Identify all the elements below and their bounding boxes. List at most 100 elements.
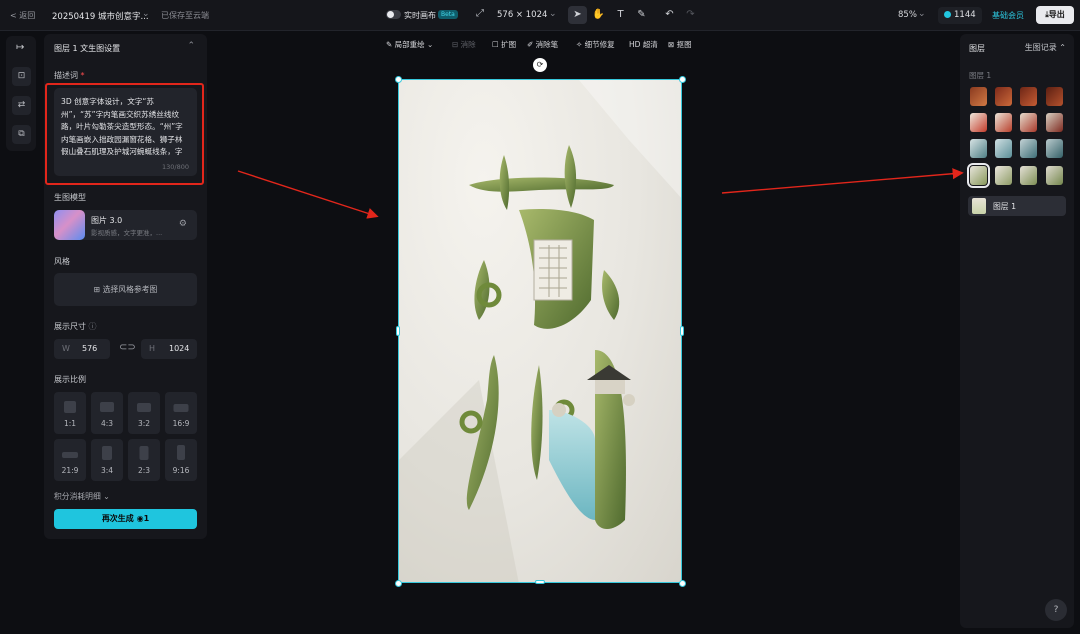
resize-handle[interactable] — [395, 580, 402, 587]
resize-handle[interactable] — [535, 580, 545, 584]
history-thumbnail[interactable] — [970, 87, 987, 106]
ratio-shape — [64, 401, 76, 413]
collapse-panel-icon[interactable]: ↦ — [16, 42, 24, 53]
ratio-label: 2:3 — [137, 466, 151, 475]
history-thumbnail[interactable] — [1046, 87, 1063, 106]
resize-handle[interactable] — [679, 580, 686, 587]
credits-badge[interactable]: 1144 — [938, 7, 982, 24]
history-thumbnail[interactable] — [995, 139, 1012, 158]
history-thumbnail[interactable] — [995, 113, 1012, 132]
rotate-handle-icon[interactable]: ⟳ — [533, 58, 547, 72]
chevron-up-icon: ⌃ — [1059, 43, 1066, 52]
image-to-image-icon[interactable]: ⇄ — [12, 96, 31, 115]
credit-detail-label: 积分消耗明细 — [54, 492, 101, 501]
style-reference-label: 选择风格参考图 — [102, 285, 158, 294]
live-canvas-toggle[interactable] — [386, 10, 401, 19]
model-name: 图片 3.0 — [91, 216, 123, 225]
inpaint-button[interactable]: ✎ 局部重绘 ⌄ — [386, 39, 433, 50]
suzhou-artwork — [399, 80, 681, 582]
redo-icon[interactable]: ↷ — [681, 6, 700, 24]
ratio-option[interactable]: 9:16 — [165, 439, 197, 481]
history-thumbnail[interactable] — [1020, 113, 1037, 132]
history-thumbnail[interactable] — [1046, 166, 1063, 185]
expand-button[interactable]: ☐ 扩图 — [492, 39, 516, 50]
ratio-option[interactable]: 3:2 — [128, 392, 160, 434]
history-thumbnail[interactable] — [1020, 87, 1037, 106]
height-field[interactable]: H 1024 — [141, 339, 197, 359]
resize-handle[interactable] — [679, 76, 686, 83]
project-title[interactable]: 20250419 城市创意字... — [52, 10, 149, 22]
tool-rail: ↦ ⊡ ⇄ ⧉ — [6, 36, 36, 151]
history-thumbnail[interactable] — [1020, 166, 1037, 185]
chevron-down-icon: ⌄ — [103, 492, 110, 501]
history-thumbnail[interactable] — [1046, 113, 1063, 132]
size-label: 展示尺寸 ⓘ — [54, 322, 97, 331]
text-tool-icon[interactable]: T — [611, 6, 630, 24]
undo-icon[interactable]: ↶ — [660, 6, 679, 24]
history-thumbnail[interactable] — [995, 166, 1012, 185]
export-button[interactable]: ⤓导出 — [1036, 6, 1074, 24]
layers-icon[interactable]: ⧉ — [12, 125, 31, 144]
height-key: H — [149, 344, 156, 353]
settings-sliders-icon[interactable]: ⚙ — [179, 219, 187, 229]
character-su — [469, 145, 620, 329]
erase-button[interactable]: ⊟ 消除 — [452, 39, 476, 50]
history-thumbnail-selected[interactable] — [967, 163, 990, 188]
detail-fix-button[interactable]: ✧ 细节修复 — [576, 39, 615, 50]
select-tool-icon[interactable]: ➤ — [568, 6, 587, 24]
back-button[interactable]: < 返回 — [10, 10, 35, 21]
zoom-level[interactable]: 85% — [898, 10, 917, 20]
credit-icon: ◉ — [136, 514, 144, 523]
ratio-option[interactable]: 21:9 — [54, 439, 86, 481]
credit-detail-toggle[interactable]: 积分消耗明细 ⌄ — [54, 491, 110, 502]
width-value[interactable]: 576 — [82, 339, 97, 359]
model-selector[interactable]: 图片 3.0 影视质感，文字更准，... ⚙ — [54, 210, 197, 240]
ratio-option[interactable]: 3:4 — [91, 439, 123, 481]
ratio-option[interactable]: 2:3 — [128, 439, 160, 481]
canvas-size-value[interactable]: 576 × 1024 — [497, 10, 547, 20]
link-ratio-icon[interactable]: ⊂⊃ — [119, 342, 136, 353]
chevron-down-icon[interactable]: ⌄ — [918, 9, 926, 19]
style-label: 风格 — [54, 257, 70, 266]
membership-link[interactable]: 基础会员 — [992, 10, 1024, 21]
history-thumbnail[interactable] — [1046, 139, 1063, 158]
width-key: W — [62, 344, 70, 353]
ratio-label: 展示比例 — [54, 375, 86, 384]
history-toggle[interactable]: 生图记录 ⌃ — [1025, 42, 1066, 53]
text-to-image-icon[interactable]: ⊡ — [12, 67, 31, 86]
chevron-up-icon[interactable]: ⌃ — [187, 41, 195, 51]
resize-handle[interactable] — [395, 76, 402, 83]
help-icon[interactable]: ? — [1045, 599, 1067, 621]
ratio-shape — [139, 446, 149, 460]
ratio-shape — [102, 446, 112, 460]
history-thumbnail[interactable] — [995, 87, 1012, 106]
layer-item[interactable]: 图层 1 — [968, 196, 1066, 216]
info-icon: ⓘ — [88, 322, 97, 331]
style-reference-button[interactable]: ⊞ 选择风格参考图 — [54, 273, 197, 306]
history-thumbnail[interactable] — [970, 139, 987, 158]
hand-tool-icon[interactable]: ✋ — [589, 6, 608, 24]
generated-image[interactable] — [398, 79, 682, 583]
ratio-option[interactable]: 4:3 — [91, 392, 123, 434]
cutout-button[interactable]: ⊠ 抠图 — [668, 39, 692, 50]
layer-thumbnail — [972, 198, 986, 214]
ratio-label: 3:2 — [137, 419, 151, 428]
credits-value: 1144 — [954, 10, 976, 20]
ratio-option[interactable]: 16:9 — [165, 392, 197, 434]
chevron-down-icon[interactable]: ⌄ — [142, 9, 150, 19]
canvas-size-icon[interactable]: ⤢ — [476, 8, 484, 19]
ratio-label: 16:9 — [172, 419, 190, 428]
resize-handle[interactable] — [396, 326, 400, 336]
eraser-brush-button[interactable]: ✐ 消除笔 — [527, 39, 558, 50]
history-thumbnail[interactable] — [970, 113, 987, 132]
regenerate-cost: 1 — [143, 514, 150, 523]
history-thumbnail[interactable] — [1020, 139, 1037, 158]
regenerate-button[interactable]: 再次生成 ◉1 — [54, 509, 197, 529]
resize-handle[interactable] — [680, 326, 684, 336]
brush-tool-icon[interactable]: ✎ — [632, 6, 651, 24]
height-value[interactable]: 1024 — [169, 339, 189, 359]
upscale-button[interactable]: HD 超清 — [629, 39, 658, 50]
width-field[interactable]: W 576 — [54, 339, 110, 359]
chevron-down-icon[interactable]: ⌄ — [549, 9, 557, 19]
ratio-option[interactable]: 1:1 — [54, 392, 86, 434]
